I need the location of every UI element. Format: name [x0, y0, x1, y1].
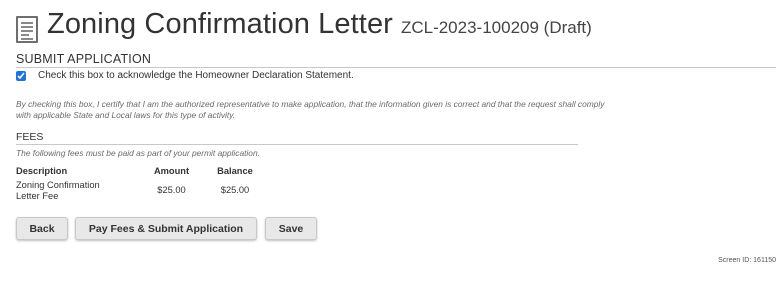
column-header-description: Description [16, 166, 68, 176]
fee-description: Zoning Confirmation Letter Fee [16, 178, 143, 202]
fees-note: The following fees must be paid as part … [16, 148, 260, 158]
column-header-amount: Amount [153, 166, 190, 176]
page: Zoning Confirmation Letter ZCL-2023-1002… [0, 0, 776, 293]
save-button[interactable]: Save [265, 217, 317, 240]
document-icon [16, 16, 38, 43]
page-header: Zoning Confirmation Letter ZCL-2023-1002… [16, 8, 776, 43]
acknowledge-label: Check this box to acknowledge the Homeow… [38, 70, 354, 81]
fees-table-header: Description Amount Balance [16, 164, 270, 178]
fee-balance: $25.00 [220, 185, 250, 195]
acknowledge-checkbox[interactable] [16, 70, 26, 81]
fees-heading: FEES [16, 131, 578, 145]
submit-application-heading: SUBMIT APPLICATION [16, 52, 776, 68]
back-button[interactable]: Back [16, 217, 68, 240]
fee-description-line: Zoning Confirmation [16, 180, 100, 190]
acknowledge-row: Check this box to acknowledge the Homeow… [16, 70, 354, 81]
action-buttons: Back Pay Fees & Submit Application Save [16, 217, 317, 240]
pay-fees-submit-button[interactable]: Pay Fees & Submit Application [75, 217, 257, 240]
page-title: Zoning Confirmation Letter [47, 8, 393, 40]
fee-description-line: Letter Fee [16, 191, 59, 201]
certification-text-line: By checking this box, I certify that I a… [16, 99, 605, 109]
table-row: Zoning Confirmation Letter Fee $25.00 $2… [16, 178, 270, 202]
screen-id: Screen ID: 161150 [718, 257, 776, 264]
column-header-balance: Balance [217, 166, 253, 176]
fees-table: Description Amount Balance Zoning Confir… [16, 164, 270, 202]
fee-amount: $25.00 [157, 185, 186, 195]
certification-text-line: with applicable State and Local laws for… [16, 109, 236, 120]
certification-text: By checking this box, I certify that I a… [16, 99, 696, 120]
record-number: ZCL-2023-100209 (Draft) [400, 18, 592, 37]
